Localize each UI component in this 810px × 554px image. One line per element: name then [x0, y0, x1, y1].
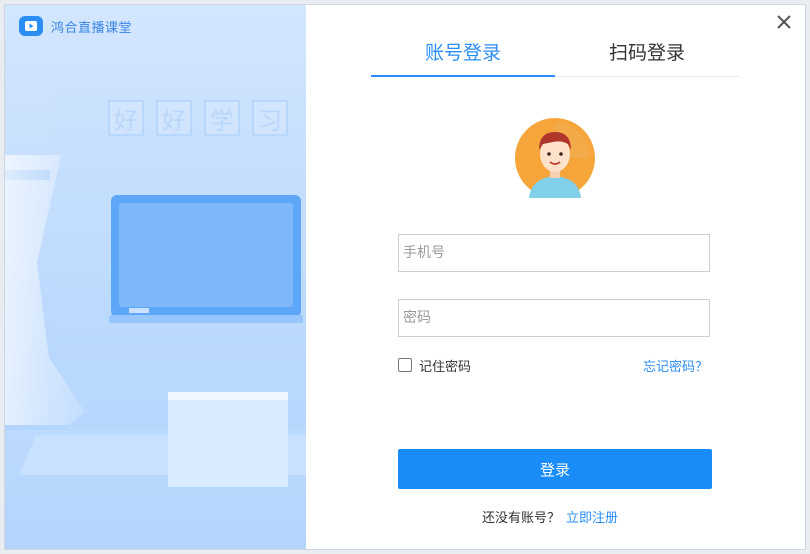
slogan-tiles: 好 好 学 习 [108, 100, 288, 136]
register-link[interactable]: 立即注册 [566, 511, 618, 526]
remember-checkbox[interactable] [398, 358, 412, 372]
slogan-char: 好 [156, 100, 192, 136]
password-input[interactable] [399, 300, 709, 336]
brand: 鸿合直播课堂 [19, 15, 132, 37]
no-account-text: 还没有账号？ [482, 511, 561, 526]
blackboard-surface [119, 203, 293, 307]
slogan-char: 习 [252, 100, 288, 136]
tab-account-login[interactable]: 账号登录 [371, 39, 555, 77]
slogan-char: 好 [108, 100, 144, 136]
slogan-char: 学 [204, 100, 240, 136]
illustration-panel: 鸿合直播课堂 好 好 学 习 [5, 5, 306, 549]
remember-label: 记住密码 [419, 359, 472, 375]
user-avatar [515, 118, 595, 198]
login-window: 鸿合直播课堂 好 好 学 习 账号登录 扫码登录 手机号 记住密码 忘记密码？ … [4, 4, 806, 550]
phone-field[interactable] [398, 234, 710, 272]
chalk [129, 308, 149, 313]
login-button[interactable]: 登录 [398, 449, 712, 489]
phone-input[interactable] [399, 235, 709, 271]
remember-password[interactable]: 记住密码 [398, 356, 472, 375]
blackboard-ledge [109, 315, 303, 323]
blackboard [109, 195, 303, 323]
login-tabs: 账号登录 扫码登录 [371, 39, 741, 77]
lectern [168, 392, 288, 487]
forgot-password-link[interactable]: 忘记密码？ [643, 356, 708, 375]
close-icon [777, 15, 791, 29]
tv-play-icon [19, 16, 43, 36]
password-field[interactable] [398, 299, 710, 337]
register-prompt: 还没有账号？ 立即注册 [482, 507, 618, 526]
close-button[interactable] [773, 11, 795, 33]
app-title: 鸿合直播课堂 [51, 20, 133, 36]
tab-qr-login[interactable]: 扫码登录 [555, 39, 739, 77]
